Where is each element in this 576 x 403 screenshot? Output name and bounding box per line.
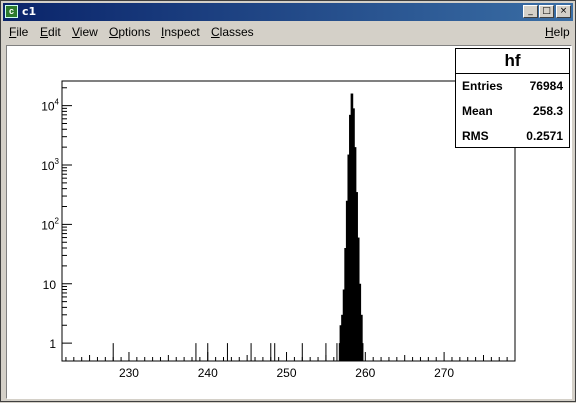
root-canvas-icon[interactable]: c: [5, 5, 18, 18]
x-tick-label: 240: [198, 366, 218, 380]
stats-value: 0.2571: [526, 129, 563, 143]
menu-edit[interactable]: Edit: [40, 25, 61, 39]
window-title: c1: [22, 5, 37, 18]
histogram-bar: [336, 343, 338, 361]
stats-row-mean: Mean 258.3: [456, 99, 569, 124]
x-tick-label: 260: [355, 366, 375, 380]
y-tick-label: 104: [41, 98, 59, 114]
x-tick-label: 230: [119, 366, 139, 380]
histogram-bar: [250, 343, 252, 361]
menu-bar: File Edit View Options Inspect Classes H…: [3, 22, 573, 42]
stats-label: RMS: [462, 129, 489, 143]
histogram-bar: [360, 314, 363, 361]
y-tick-label: 103: [41, 157, 59, 173]
stats-box[interactable]: hf Entries 76984 Mean 258.3 RMS 0.2571: [455, 48, 570, 148]
x-tick-label: 270: [434, 366, 454, 380]
menu-help[interactable]: Help: [545, 25, 570, 39]
plot-frame: [61, 80, 516, 362]
title-bar[interactable]: c c1 _ □ ×: [3, 3, 573, 21]
stats-label: Entries: [462, 79, 503, 93]
root-canvas-window: c c1 _ □ × File Edit View Options Inspec…: [0, 0, 576, 402]
menu-view[interactable]: View: [72, 25, 98, 39]
histogram-series: [112, 93, 364, 362]
histogram-bar: [195, 343, 197, 361]
stats-value: 258.3: [532, 104, 563, 118]
y-tick-label: 1: [49, 337, 56, 351]
menu-inspect[interactable]: Inspect: [161, 25, 200, 39]
stats-value: 76984: [529, 79, 563, 93]
maximize-button[interactable]: □: [539, 5, 554, 18]
minimize-button[interactable]: _: [523, 5, 538, 18]
stats-row-rms: RMS 0.2571: [456, 124, 569, 149]
menu-file[interactable]: File: [9, 25, 28, 39]
menu-classes[interactable]: Classes: [211, 25, 254, 39]
stats-row-entries: Entries 76984: [456, 74, 569, 99]
menu-options[interactable]: Options: [109, 25, 150, 39]
histogram-bar: [226, 343, 228, 361]
histogram-bar: [274, 343, 276, 361]
histogram-bar: [362, 343, 364, 361]
y-tick-label: 102: [41, 216, 59, 232]
stats-title: hf: [456, 49, 569, 74]
y-tick-label: 10: [43, 278, 57, 292]
close-button[interactable]: ×: [556, 5, 571, 18]
x-tick-label: 250: [277, 366, 297, 380]
stats-label: Mean: [462, 104, 493, 118]
